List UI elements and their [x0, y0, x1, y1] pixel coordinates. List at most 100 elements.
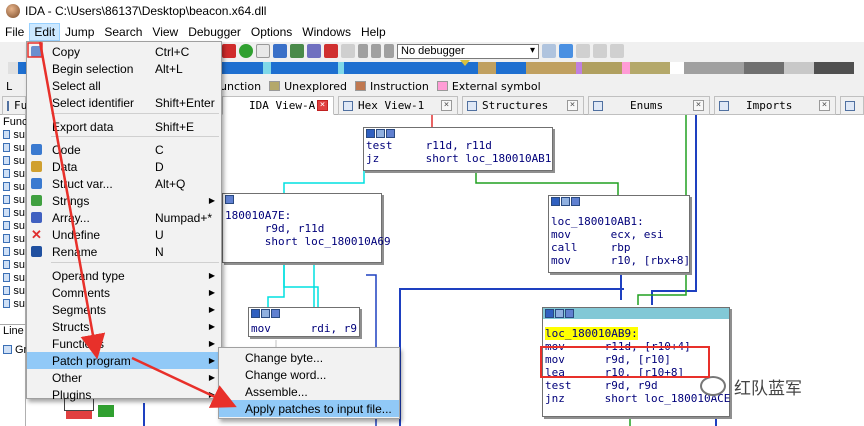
- function-list-item[interactable]: su: [0, 297, 25, 310]
- debugger-select[interactable]: No debugger: [397, 43, 539, 59]
- run-to-icon[interactable]: [593, 44, 607, 58]
- menu-item-export-data[interactable]: Export data Shift+E: [27, 118, 221, 135]
- function-list-item[interactable]: su: [0, 193, 25, 206]
- menu-item-plugins[interactable]: Plugins ▶: [27, 386, 221, 403]
- hex-icon[interactable]: [341, 44, 355, 58]
- menu-search[interactable]: Search: [99, 23, 147, 41]
- menu-item-data[interactable]: Data D: [27, 158, 221, 175]
- menu-item-functions[interactable]: Functions ▶: [27, 335, 221, 352]
- run-icon[interactable]: [239, 44, 253, 58]
- function-list-item[interactable]: su: [0, 271, 25, 284]
- close-icon[interactable]: ×: [693, 100, 704, 111]
- tab-hex-view[interactable]: Hex View-1 ×: [338, 96, 458, 115]
- menu-item-begin-selection[interactable]: Begin selection Alt+L: [27, 60, 221, 77]
- copy-icon: [31, 46, 42, 57]
- submenu-item-change-byte[interactable]: Change byte...: [219, 349, 399, 366]
- menu-item-select-all[interactable]: Select all: [27, 77, 221, 94]
- function-list-item[interactable]: su: [0, 167, 25, 180]
- graph-icon[interactable]: [561, 197, 570, 206]
- graph-node-mov[interactable]: mov rdi, r9: [248, 307, 360, 337]
- menu-item-rename[interactable]: Rename N: [27, 243, 221, 260]
- function-list-item[interactable]: su: [0, 232, 25, 245]
- function-list-item[interactable]: su: [0, 154, 25, 167]
- graph-icon[interactable]: [261, 309, 270, 318]
- function-list-item[interactable]: su: [0, 284, 25, 297]
- menu-item-other[interactable]: Other ▶: [27, 369, 221, 386]
- color-icon[interactable]: [545, 309, 554, 318]
- menu-item-select-identifier[interactable]: Select identifier Shift+Enter: [27, 94, 221, 111]
- close-icon[interactable]: ×: [819, 100, 830, 111]
- menu-item-operand-type[interactable]: Operand type ▶: [27, 267, 221, 284]
- menu-file[interactable]: File: [0, 23, 29, 41]
- function-list-item[interactable]: su: [0, 128, 25, 141]
- stop-debug-icon[interactable]: [384, 44, 394, 58]
- function-list-item[interactable]: su: [0, 180, 25, 193]
- menu-debugger[interactable]: Debugger: [183, 23, 246, 41]
- graph-node-left[interactable]: 180010A7E: r9d, r11d short loc_180010A69: [222, 193, 391, 263]
- menu-options[interactable]: Options: [246, 23, 297, 41]
- grid-icon[interactable]: [273, 44, 287, 58]
- close-icon[interactable]: ×: [441, 100, 452, 111]
- list-icon[interactable]: [271, 309, 280, 318]
- menu-item-struct-var[interactable]: Struct var... Alt+Q: [27, 175, 221, 192]
- flag-icon[interactable]: [256, 44, 270, 58]
- menu-item-structs[interactable]: Structs ▶: [27, 318, 221, 335]
- function-list-item[interactable]: su: [0, 258, 25, 271]
- tab-functions[interactable]: Fu: [2, 96, 27, 115]
- graph-node-test[interactable]: test r11d, r11d jz short loc_180010AB1: [363, 127, 553, 171]
- submenu-item-change-word[interactable]: Change word...: [219, 366, 399, 383]
- color-icon[interactable]: [251, 309, 260, 318]
- color-icon[interactable]: [366, 129, 375, 138]
- menu-item-strings[interactable]: Strings ▶: [27, 192, 221, 209]
- menu-item-copy[interactable]: Copy Ctrl+C: [27, 43, 221, 60]
- graph-node-loc-180010ab9[interactable]: loc_180010AB9: mov r11d, [r10+4] mov r9d…: [542, 307, 730, 417]
- step-out-icon[interactable]: [576, 44, 590, 58]
- close-icon[interactable]: ×: [567, 100, 578, 111]
- menu-item-undefine[interactable]: ✕ Undefine U: [27, 226, 221, 243]
- stop-icon[interactable]: [222, 44, 236, 58]
- list-icon[interactable]: [565, 309, 574, 318]
- function-icon: [3, 273, 11, 282]
- list-icon[interactable]: [571, 197, 580, 206]
- tab-ida-view-a[interactable]: IDA View-A ×: [222, 96, 334, 115]
- toolbar-more-icon[interactable]: [610, 44, 624, 58]
- menu-item-comments[interactable]: Comments ▶: [27, 284, 221, 301]
- menu-help[interactable]: Help: [356, 23, 391, 41]
- cross-icon[interactable]: [307, 44, 321, 58]
- step-over-icon[interactable]: [559, 44, 573, 58]
- function-icon: [3, 299, 11, 308]
- menu-view[interactable]: View: [147, 23, 183, 41]
- graph-icon[interactable]: [376, 129, 385, 138]
- tab-imports[interactable]: Imports ×: [714, 96, 836, 115]
- menu-item-code[interactable]: Code C: [27, 141, 221, 158]
- tab-structures[interactable]: Structures ×: [462, 96, 584, 115]
- submenu-item-apply-patches-to-input-file[interactable]: Apply patches to input file...: [219, 400, 399, 417]
- menu-item-patch-program[interactable]: Patch program ▶: [27, 352, 221, 369]
- menu-item-array[interactable]: Array... Numpad+*: [27, 209, 221, 226]
- close-icon[interactable]: [324, 44, 338, 58]
- list-icon[interactable]: [225, 195, 234, 204]
- graph-node-loc-180010ab1[interactable]: loc_180010AB1: mov ecx, esi call rbp mov…: [548, 195, 690, 273]
- step-into-icon[interactable]: [542, 44, 556, 58]
- function-list-item[interactable]: su: [0, 219, 25, 232]
- code-line: mov rdi, r9: [251, 322, 357, 335]
- graph-icon[interactable]: [555, 309, 564, 318]
- play-icon[interactable]: [358, 44, 368, 58]
- arrow-icon[interactable]: [290, 44, 304, 58]
- menu-windows[interactable]: Windows: [297, 23, 356, 41]
- tab-next[interactable]: [840, 96, 864, 115]
- function-list-item[interactable]: su: [0, 206, 25, 219]
- menu-jump[interactable]: Jump: [60, 23, 99, 41]
- pause-icon[interactable]: [371, 44, 381, 58]
- patch-program-submenu: Change byte... Change word... Assemble... A…: [218, 347, 400, 419]
- function-list-item[interactable]: su: [0, 245, 25, 258]
- close-icon[interactable]: ×: [317, 100, 328, 111]
- menu-item-segments[interactable]: Segments ▶: [27, 301, 221, 318]
- list-icon[interactable]: [386, 129, 395, 138]
- function-list-item[interactable]: su: [0, 141, 25, 154]
- color-icon[interactable]: [551, 197, 560, 206]
- function-icon: [3, 286, 11, 295]
- menu-edit[interactable]: Edit: [29, 23, 61, 41]
- submenu-item-assemble[interactable]: Assemble...: [219, 383, 399, 400]
- tab-enums[interactable]: Enums ×: [588, 96, 710, 115]
